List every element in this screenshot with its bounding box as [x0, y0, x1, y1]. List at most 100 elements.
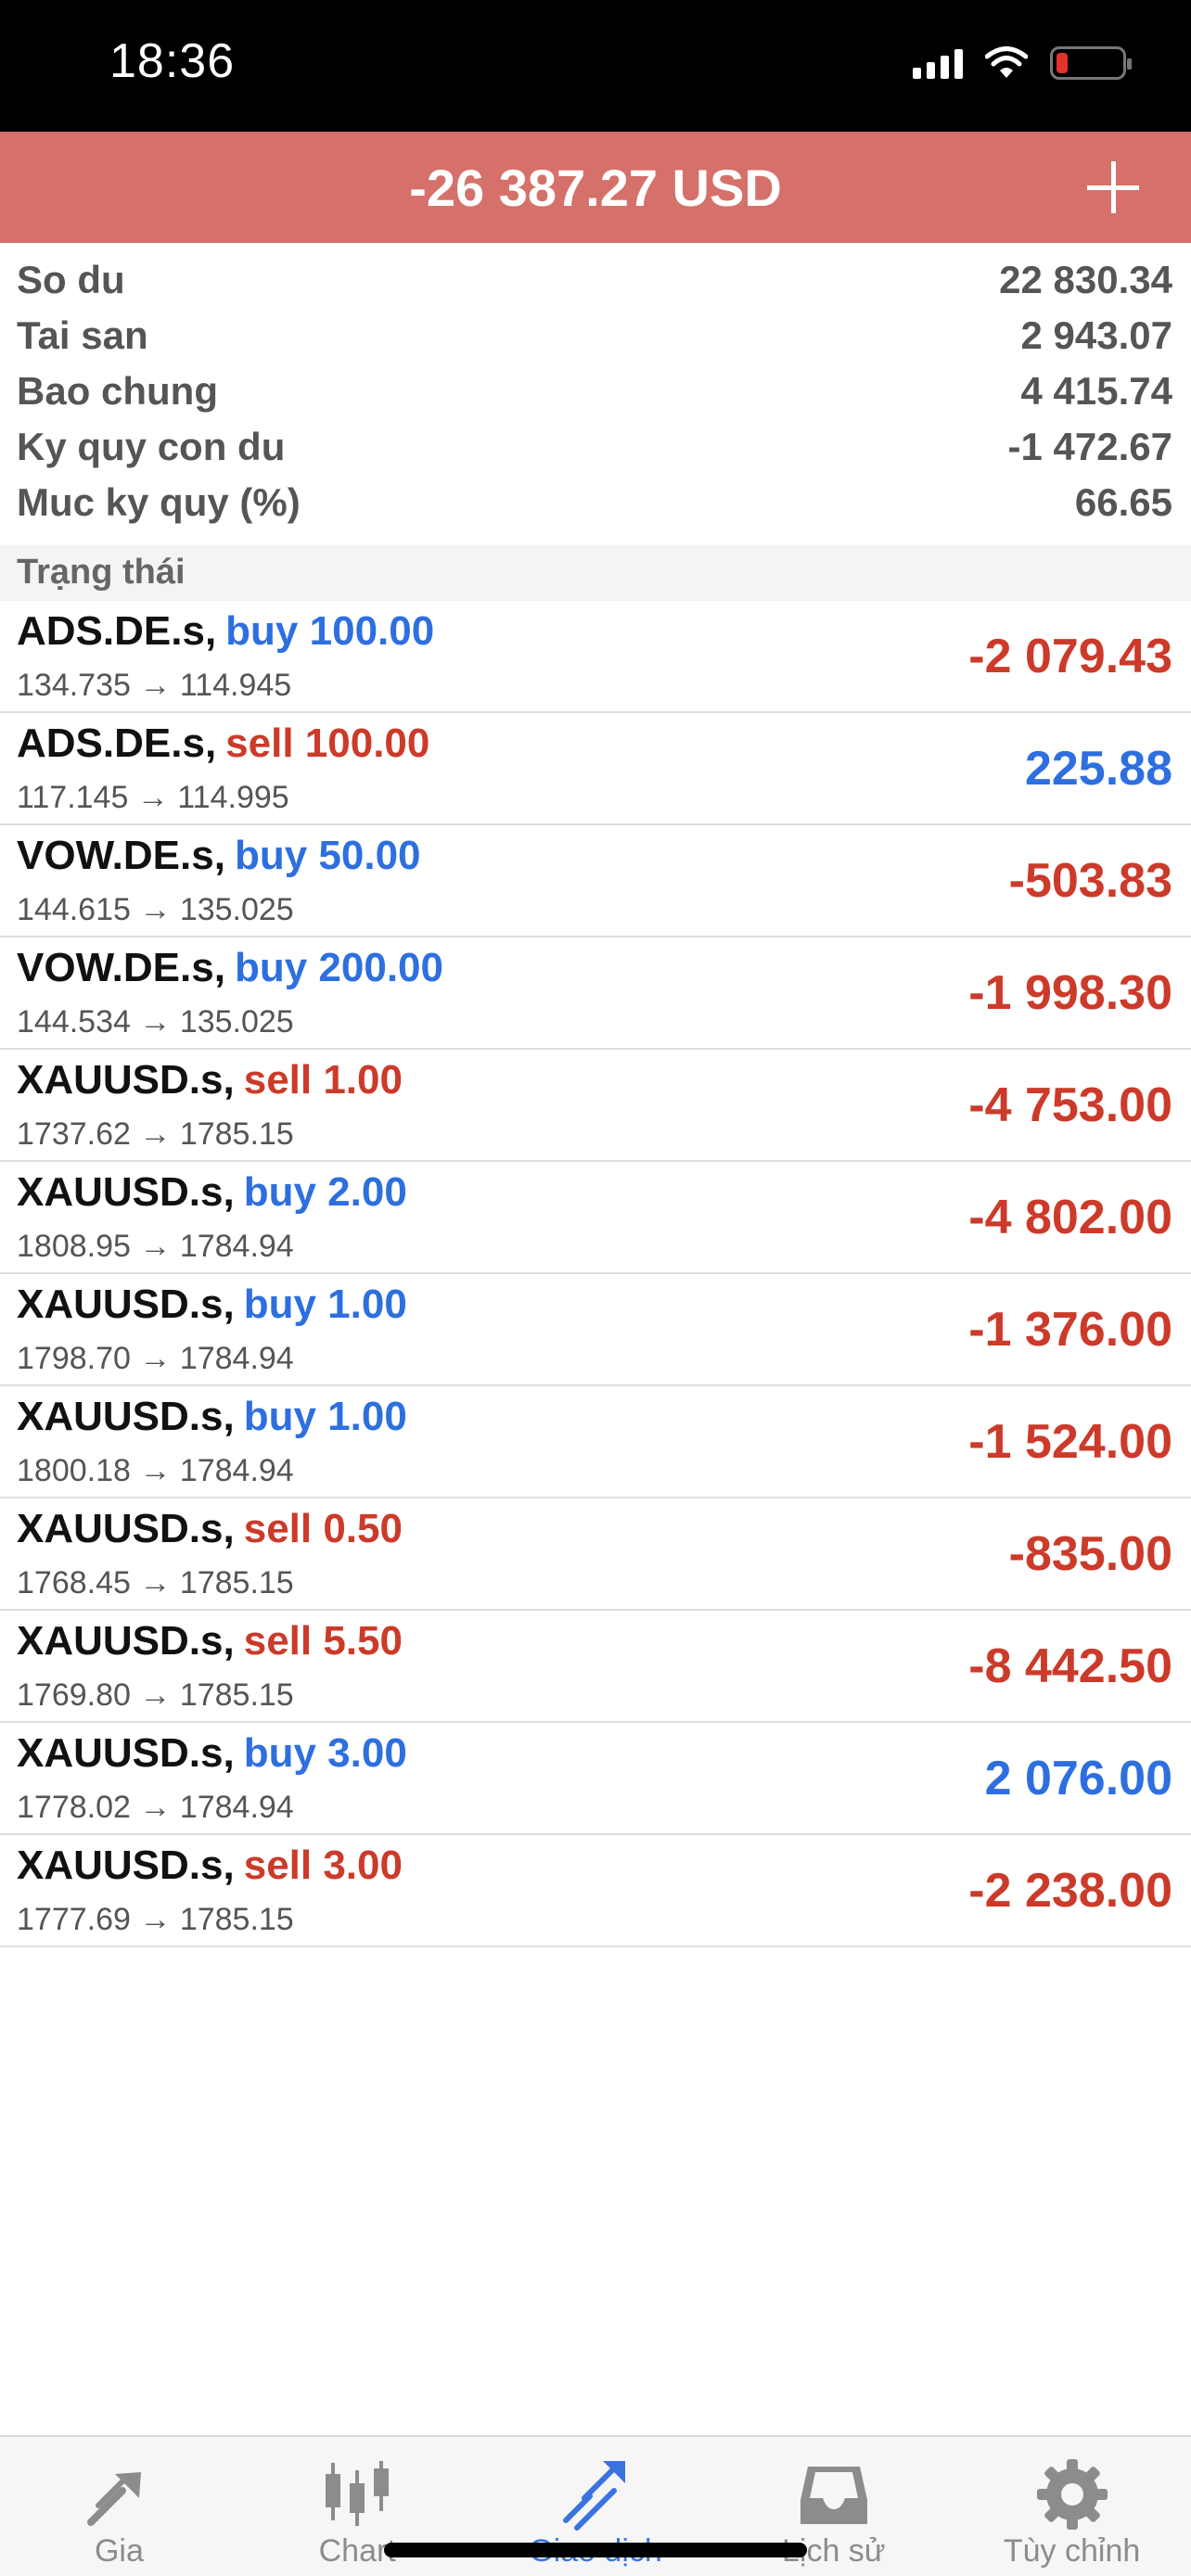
position-profit: -2 238.00 [968, 1864, 1172, 1918]
current-price: 1785.15 [179, 1902, 294, 1937]
position-prices: 1737.62 → 1785.15 [17, 1116, 294, 1152]
position-title: XAUUSD.s, buy 1.00 [17, 1282, 407, 1328]
status-time: 18:36 [109, 34, 236, 88]
position-prices: 144.615 → 135.025 [17, 892, 294, 927]
position-title: VOW.DE.s, buy 50.00 [17, 833, 421, 879]
position-title: ADS.DE.s, sell 100.00 [17, 721, 429, 767]
position-symbol: XAUUSD.s, [17, 1730, 235, 1776]
position-profit: -1 524.00 [968, 1415, 1172, 1469]
position-title: XAUUSD.s, sell 0.50 [17, 1506, 403, 1552]
position-profit: -835.00 [1008, 1527, 1172, 1581]
summary-row-margin: Bao chung 4 415.74 [0, 362, 1191, 417]
position-prices: 1800.18 → 1784.94 [17, 1453, 294, 1488]
open-price: 117.145 [17, 780, 129, 815]
summary-value: 66.65 [1074, 480, 1172, 524]
position-title: VOW.DE.s, buy 200.00 [17, 945, 443, 991]
position-symbol: ADS.DE.s, [17, 608, 217, 654]
floating-profit-title: -26 387.27 USD [409, 159, 782, 217]
position-symbol: ADS.DE.s, [17, 721, 217, 766]
tab-settings[interactable]: Tùy chỉnh [953, 2437, 1191, 2576]
candlestick-icon [326, 2461, 390, 2526]
position-prices: 134.735 → 114.945 [17, 668, 292, 703]
position-title: XAUUSD.s, buy 2.00 [17, 1169, 407, 1216]
position-row[interactable]: XAUUSD.s, buy 1.00 1798.70 → 1784.94 -1 3… [0, 1274, 1191, 1386]
position-row[interactable]: VOW.DE.s, buy 50.00 144.615 → 135.025 -50… [0, 825, 1191, 937]
open-price: 1800.18 [17, 1453, 131, 1488]
open-price: 1769.80 [17, 1677, 131, 1713]
position-volume: buy 2.00 [243, 1169, 407, 1215]
position-profit: -2 079.43 [968, 630, 1172, 683]
position-volume: buy 1.00 [243, 1282, 407, 1327]
position-profit: -503.83 [1008, 854, 1172, 908]
position-prices: 1769.80 → 1785.15 [17, 1677, 294, 1713]
position-prices: 1798.70 → 1784.94 [17, 1341, 294, 1376]
summary-row-free-margin: Ky quy con du -1 472.67 [0, 417, 1191, 473]
position-row[interactable]: XAUUSD.s, sell 3.00 1777.69 → 1785.15 -2 … [0, 1835, 1191, 1947]
summary-value: 22 830.34 [999, 258, 1172, 301]
position-profit: -1 998.30 [968, 966, 1172, 1020]
current-price: 114.995 [177, 780, 289, 815]
position-row[interactable]: XAUUSD.s, buy 1.00 1800.18 → 1784.94 -1 5… [0, 1386, 1191, 1498]
section-title: Trạng thái [17, 553, 186, 592]
summary-row-balance: So du 22 830.34 [0, 250, 1191, 306]
position-row[interactable]: XAUUSD.s, sell 0.50 1768.45 → 1785.15 -83… [0, 1498, 1191, 1611]
new-order-button[interactable] [1083, 158, 1143, 217]
position-row[interactable]: ADS.DE.s, sell 100.00 117.145 → 114.995 2… [0, 713, 1191, 825]
position-prices: 1768.45 → 1785.15 [17, 1565, 294, 1600]
tab-quotes[interactable]: Gia [0, 2437, 238, 2576]
position-prices: 1808.95 → 1784.94 [17, 1229, 294, 1264]
history-inbox-icon [800, 2467, 867, 2524]
gear-icon [1036, 2459, 1108, 2530]
current-price: 1784.94 [179, 1341, 294, 1376]
position-title: ADS.DE.s, buy 100.00 [17, 608, 434, 655]
position-row[interactable]: VOW.DE.s, buy 200.00 144.534 → 135.025 -1… [0, 937, 1191, 1050]
position-symbol: XAUUSD.s, [17, 1169, 235, 1215]
position-profit: 2 076.00 [984, 1752, 1172, 1805]
position-volume: buy 200.00 [234, 945, 443, 990]
position-symbol: XAUUSD.s, [17, 1282, 235, 1327]
open-price: 134.735 [17, 668, 131, 703]
open-price: 1737.62 [17, 1116, 131, 1152]
position-row[interactable]: XAUUSD.s, buy 2.00 1808.95 → 1784.94 -4 8… [0, 1162, 1191, 1274]
position-prices: 117.145 → 114.995 [17, 780, 289, 815]
open-price: 1768.45 [17, 1565, 131, 1600]
position-title: XAUUSD.s, sell 3.00 [17, 1843, 403, 1889]
current-price: 1784.94 [179, 1229, 294, 1264]
position-volume: sell 0.50 [243, 1506, 403, 1551]
position-volume: buy 3.00 [243, 1730, 407, 1776]
position-row[interactable]: XAUUSD.s, buy 3.00 1778.02 → 1784.94 2 07… [0, 1723, 1191, 1835]
position-profit: -4 802.00 [968, 1191, 1172, 1244]
position-symbol: XAUUSD.s, [17, 1618, 235, 1664]
position-row[interactable]: ADS.DE.s, buy 100.00 134.735 → 114.945 -2… [0, 601, 1191, 713]
account-header: -26 387.27 USD [0, 132, 1191, 243]
summary-value: -1 472.67 [1007, 425, 1172, 468]
position-title: XAUUSD.s, buy 3.00 [17, 1730, 407, 1777]
position-title: XAUUSD.s, sell 1.00 [17, 1057, 403, 1103]
position-volume: sell 5.50 [243, 1618, 403, 1664]
positions-list: ADS.DE.s, buy 100.00 134.735 → 114.945 -2… [0, 601, 1191, 1947]
open-price: 1798.70 [17, 1341, 131, 1376]
open-price: 1777.69 [17, 1902, 131, 1937]
position-profit: -1 376.00 [968, 1303, 1172, 1357]
home-indicator[interactable] [384, 2543, 807, 2557]
position-row[interactable]: XAUUSD.s, sell 5.50 1769.80 → 1785.15 -8 … [0, 1611, 1191, 1723]
summary-row-margin-level: Muc ky quy (%) 66.65 [0, 473, 1191, 529]
position-symbol: XAUUSD.s, [17, 1057, 235, 1103]
status-bar: 18:36 [0, 0, 1191, 132]
position-prices: 1778.02 → 1784.94 [17, 1790, 294, 1825]
battery-icon [1050, 46, 1132, 80]
position-volume: sell 1.00 [243, 1057, 403, 1103]
position-volume: sell 100.00 [225, 721, 430, 766]
current-price: 1785.15 [179, 1116, 294, 1152]
trade-icon [562, 2461, 625, 2531]
current-price: 1784.94 [179, 1453, 294, 1488]
position-volume: buy 100.00 [225, 608, 435, 654]
position-symbol: XAUUSD.s, [17, 1506, 235, 1551]
status-icons [913, 46, 1132, 80]
tab-label: Tùy chỉnh [1003, 2533, 1141, 2569]
position-prices: 1777.69 → 1785.15 [17, 1902, 294, 1937]
position-volume: sell 3.00 [243, 1843, 403, 1888]
position-row[interactable]: XAUUSD.s, sell 1.00 1737.62 → 1785.15 -4 … [0, 1050, 1191, 1162]
open-price: 1778.02 [17, 1790, 131, 1825]
summary-label: Bao chung [17, 369, 218, 413]
